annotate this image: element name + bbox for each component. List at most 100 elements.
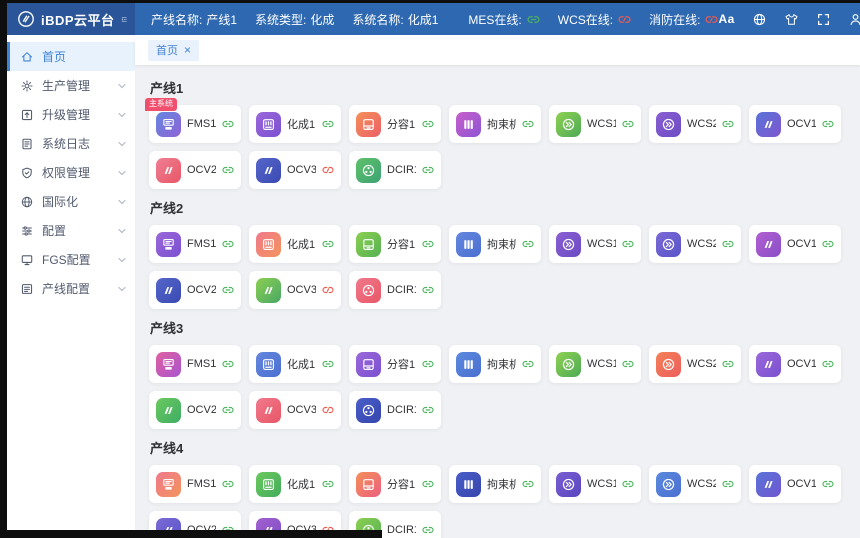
link-online-icon [222, 358, 234, 370]
system-card-label: WCS2 [687, 118, 716, 130]
system-card-label: WCS1 [587, 478, 616, 490]
sidebar-item-upgrade[interactable]: 升级管理 [7, 100, 135, 129]
sidebar-item-fgs[interactable]: FGS配置 [7, 245, 135, 274]
system-card[interactable]: OCV1 [749, 105, 841, 143]
fenrong-icon [356, 232, 381, 257]
system-card[interactable]: 拘束机 [449, 345, 541, 383]
link-online-icon [222, 164, 234, 176]
font-size-icon[interactable]: Aa [718, 12, 734, 27]
system-card[interactable]: WCS2 [649, 345, 741, 383]
sidebar: 首页生产管理升级管理系统日志权限管理国际化配置FGS配置产线配置 [7, 35, 135, 538]
system-card-label: WCS1 [587, 118, 616, 130]
user-icon[interactable] [848, 12, 860, 27]
dcir-icon [356, 398, 381, 423]
status-label: 消防在线: [649, 11, 700, 28]
close-tab-icon[interactable]: × [184, 44, 191, 56]
wcs-icon [556, 472, 581, 497]
dcir-icon [356, 158, 381, 183]
app-window: iBDP云平台 产线名称:产线1系统类型:化成系统名称:化成1 MES在线:WC… [7, 3, 860, 538]
header-info-item: 系统名称:化成1 [352, 11, 438, 28]
connection-status: MES在线: [468, 11, 539, 28]
link-online-icon [522, 238, 534, 250]
system-card[interactable]: 化成1 [249, 465, 341, 503]
system-card-label: FMS1 [187, 478, 216, 490]
system-card[interactable]: DCIR1 [349, 391, 441, 429]
system-card[interactable]: DCIR1 [349, 271, 441, 309]
tab-bar: 首页 × [135, 35, 860, 65]
system-card[interactable]: 分容1 [349, 225, 441, 263]
system-card[interactable]: WCS1 [549, 105, 641, 143]
ocv-icon [756, 232, 781, 257]
sidebar-item-permission[interactable]: 权限管理 [7, 158, 135, 187]
logo-icon [17, 10, 35, 28]
system-card[interactable]: OCV3 [249, 151, 341, 189]
system-card-label: WCS1 [587, 238, 616, 250]
system-card[interactable]: OCV2 [149, 391, 241, 429]
line-title: 产线1 [150, 78, 847, 97]
system-card[interactable]: 分容1 [349, 345, 441, 383]
system-card[interactable]: 分容1 [349, 465, 441, 503]
huacheng-icon [256, 232, 281, 257]
system-card[interactable]: 分容1 [349, 105, 441, 143]
language-icon[interactable] [752, 12, 767, 27]
system-card[interactable]: OCV3 [249, 391, 341, 429]
jushu-icon [456, 352, 481, 377]
system-card[interactable]: FMS1 [149, 345, 241, 383]
fullscreen-icon[interactable] [816, 12, 831, 27]
system-card-label: DCIR1 [387, 164, 416, 176]
system-card-label: 拘束机 [487, 236, 516, 252]
link-online-icon [822, 478, 834, 490]
system-card-label: WCS2 [687, 238, 716, 250]
sidebar-item-config[interactable]: 配置 [7, 216, 135, 245]
system-card[interactable]: 拘束机 [449, 225, 541, 263]
system-card-label: OCV3 [287, 164, 316, 176]
link-online-icon [222, 284, 234, 296]
link-online-icon [622, 238, 634, 250]
sidebar-item-log[interactable]: 系统日志 [7, 129, 135, 158]
system-card[interactable]: OCV3 [249, 271, 341, 309]
card-grid: FMS1化成1分容1拘束机WCS1WCS2OCV1OCV2OCV3DCIR1 [149, 465, 848, 538]
system-card-label: 化成1 [287, 356, 316, 372]
link-online-icon [422, 404, 434, 416]
tab-home[interactable]: 首页 × [148, 40, 199, 61]
link-online-icon [527, 13, 540, 26]
link-online-icon [322, 478, 334, 490]
system-card[interactable]: WCS2 [649, 465, 741, 503]
system-card[interactable]: DCIR1 [349, 151, 441, 189]
system-card[interactable]: 化成1 [249, 105, 341, 143]
system-card[interactable]: WCS1 [549, 465, 641, 503]
sidebar-item-home[interactable]: 首页 [7, 42, 135, 71]
system-card[interactable]: FMS1 [149, 465, 241, 503]
card-grid: FMS1化成1分容1 拘束机 WCS1 WCS2 OCV1 OCV2OCV3DCIR1 [149, 225, 848, 309]
system-card[interactable]: OCV2 [149, 151, 241, 189]
line-config-icon [20, 282, 34, 296]
huacheng-icon [256, 472, 281, 497]
chevron-down-icon [117, 197, 127, 207]
theme-icon[interactable] [784, 12, 799, 27]
system-card[interactable]: OCV2 [149, 271, 241, 309]
collapse-menu-icon[interactable] [121, 12, 127, 27]
link-online-icon [422, 524, 434, 536]
system-card[interactable]: FMS1 [149, 225, 241, 263]
system-card[interactable]: 化成1 [249, 225, 341, 263]
sidebar-item-line-config[interactable]: 产线配置 [7, 274, 135, 303]
system-card[interactable]: OCV1 [749, 345, 841, 383]
system-card[interactable]: WCS2 [649, 225, 741, 263]
system-card[interactable]: 拘束机 [449, 105, 541, 143]
fenrong-icon [356, 472, 381, 497]
system-card[interactable]: WCS1 [549, 225, 641, 263]
link-broken-icon [322, 164, 334, 176]
sidebar-item-i18n[interactable]: 国际化 [7, 187, 135, 216]
system-card[interactable]: 主系统FMS1 [149, 105, 241, 143]
system-card[interactable]: WCS1 [549, 345, 641, 383]
production-icon [20, 79, 34, 93]
system-card[interactable]: WCS2 [649, 105, 741, 143]
sidebar-item-production[interactable]: 生产管理 [7, 71, 135, 100]
wcs-icon [556, 352, 581, 377]
system-card[interactable]: 化成1 [249, 345, 341, 383]
system-card-label: DCIR1 [387, 524, 416, 536]
system-card[interactable]: OCV1 [749, 465, 841, 503]
system-card[interactable]: OCV1 [749, 225, 841, 263]
system-card[interactable]: 拘束机 [449, 465, 541, 503]
link-online-icon [822, 238, 834, 250]
